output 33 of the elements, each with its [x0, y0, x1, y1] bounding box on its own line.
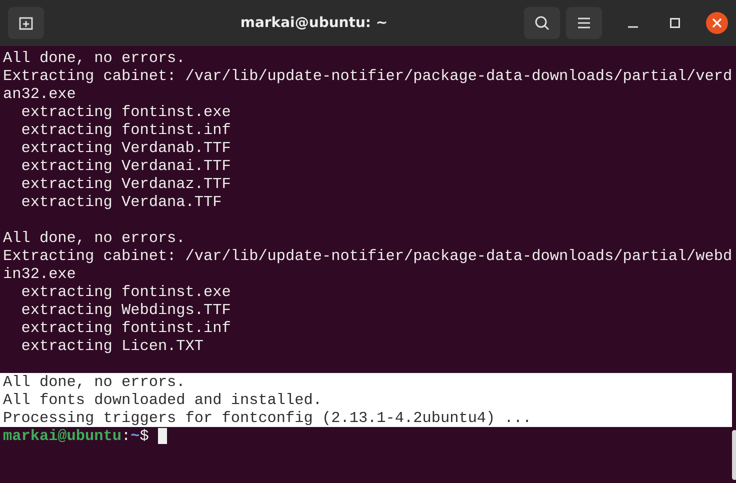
search-icon [534, 15, 550, 31]
menu-icon [577, 17, 591, 29]
terminal-line: extracting fontinst.exe [20, 283, 232, 301]
prompt-separator: : [121, 427, 131, 445]
prompt-symbol: $ [140, 427, 149, 445]
terminal-line: extracting Verdanaz.TTF [20, 175, 232, 193]
search-button[interactable] [524, 7, 560, 39]
terminal-line: an32.exe [2, 85, 77, 103]
text-cursor [158, 428, 167, 444]
close-button[interactable] [706, 12, 728, 34]
terminal-line: extracting Verdanai.TTF [20, 157, 232, 175]
minimize-icon [628, 26, 638, 28]
terminal-line: Extracting cabinet: /var/lib/update-notifier/package-data-downloads/partial/webd [2, 247, 732, 265]
menu-button[interactable] [566, 7, 602, 39]
terminal-line: extracting Licen.TXT [20, 337, 205, 355]
terminal-line: extracting fontinst.inf [20, 319, 232, 337]
new-tab-button[interactable] [8, 7, 44, 39]
terminal-line: extracting fontinst.exe [20, 103, 232, 121]
terminal-line: extracting fontinst.inf [20, 121, 232, 139]
window-title: markai@ubuntu: ~ [239, 15, 389, 31]
new-tab-icon [18, 15, 34, 31]
terminal-line: All done, no errors. [2, 229, 186, 247]
terminal-line: extracting Webdings.TTF [20, 301, 232, 319]
close-icon [712, 18, 722, 28]
terminal-line: Extracting cabinet: /var/lib/update-notifier/package-data-downloads/partial/verd [2, 67, 732, 85]
terminal-line: extracting Verdana.TTF [20, 193, 223, 211]
terminal-line: extracting Verdanab.TTF [20, 139, 232, 157]
terminal-line: in32.exe [2, 265, 77, 283]
terminal-line: All done, no errors. [2, 49, 186, 67]
maximize-icon [670, 18, 680, 28]
prompt-path: ~ [130, 427, 140, 445]
prompt-user-host: markai@ubuntu [3, 427, 122, 445]
scrollbar-thumb[interactable] [732, 430, 736, 480]
